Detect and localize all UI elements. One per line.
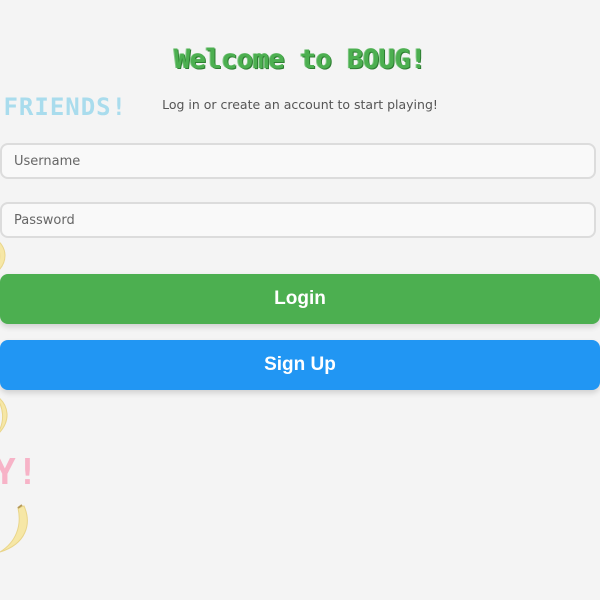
banana-icon [0,504,36,556]
login-button[interactable]: Login [0,274,600,324]
banana-icon [0,392,18,438]
background-y-text: Y! [0,452,40,493]
banana-icon [0,236,16,278]
password-input[interactable] [0,202,596,238]
username-input[interactable] [0,143,596,179]
login-screen: §FRIENDS! Y! Welcome to BOUG! Log in or … [0,0,600,600]
signup-button[interactable]: Sign Up [0,340,600,390]
page-title: Welcome to BOUG! [173,44,427,75]
page-subtitle: Log in or create an account to start pla… [162,97,438,112]
